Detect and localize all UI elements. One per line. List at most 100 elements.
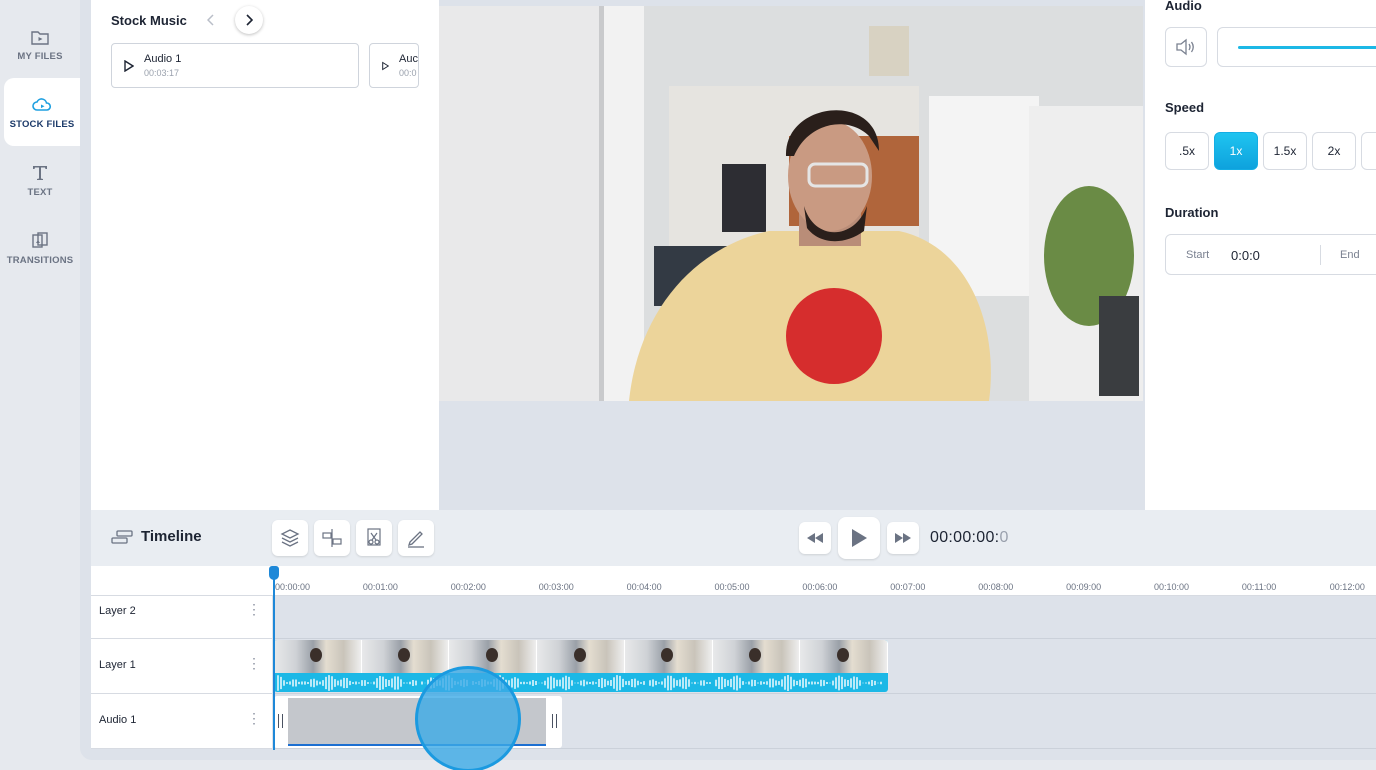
ruler-tick-label: 00:06:00: [802, 582, 838, 592]
play-icon[interactable]: [382, 60, 390, 72]
ruler-tick-label: 00:07:00: [890, 582, 926, 592]
speed-option-button[interactable]: 1.5x: [1263, 132, 1307, 170]
next-page-button[interactable]: [234, 6, 263, 34]
speed-option-button[interactable]: 2x: [1312, 132, 1356, 170]
cloud-play-icon: [32, 97, 52, 111]
sidebar-item-stock-files[interactable]: STOCK FILES: [4, 78, 80, 146]
volume-toggle-button[interactable]: [1165, 27, 1207, 67]
timeline-icon: [111, 529, 133, 544]
track-menu-icon[interactable]: ⋮: [247, 601, 261, 618]
ruler-tick-label: 00:10:00: [1154, 582, 1190, 592]
track-menu-icon[interactable]: ⋮: [247, 710, 261, 727]
audio-section-title: Audio: [1165, 0, 1202, 13]
video-frame-image: [439, 6, 1143, 401]
ruler-tick-label: 00:04:00: [626, 582, 662, 592]
ruler-tick-label: 00:12:00: [1329, 582, 1365, 592]
audio-name: Audio 1: [144, 53, 182, 65]
sidebar-item-label: TRANSITIONS: [6, 254, 74, 266]
ruler-tick-label: 00:05:00: [714, 582, 750, 592]
split-button[interactable]: [314, 520, 350, 556]
rewind-icon: [807, 533, 823, 543]
track-menu-icon[interactable]: ⋮: [247, 655, 261, 672]
end-label: End: [1340, 249, 1360, 261]
speed-option-button[interactable]: 4: [1361, 132, 1376, 170]
track-name: Layer 1: [99, 659, 136, 671]
left-nav-rail: MY FILES STOCK FILES TEXT TRANSITIONS: [0, 0, 80, 770]
text-t-icon: [33, 165, 47, 180]
audio-card-info: Audio 1 00:03:17: [144, 53, 181, 78]
timecode-main: 00:00:00:: [930, 529, 1000, 546]
start-label: Start: [1186, 249, 1210, 261]
duration-section-title: Duration: [1165, 205, 1219, 220]
pencil-icon: [407, 531, 424, 548]
split-clip-icon: [322, 529, 342, 547]
timeline-ruler[interactable]: 00:00:00 00:01:00 00:02:00 00:03:00 00:04:00…: [91, 566, 1376, 596]
ruler-tick-label: 00:03:00: [538, 582, 574, 592]
current-timecode: 00:00:00:0: [930, 529, 1009, 547]
video-thumbnail: [800, 640, 888, 673]
timeline-toolbar: Timeline 00:00:00:0: [91, 510, 1376, 566]
speed-options: .5x1x1.5x2x4: [1165, 132, 1376, 170]
prev-page-button[interactable]: [196, 6, 225, 34]
playhead-handle[interactable]: [269, 566, 279, 580]
sidebar-item-my-files[interactable]: MY FILES: [0, 10, 80, 78]
playhead-line: [273, 566, 275, 750]
speed-section-title: Speed: [1165, 100, 1205, 115]
sidebar-item-transitions[interactable]: TRANSITIONS: [0, 214, 80, 282]
video-thumbnail: [537, 640, 625, 673]
audio-duration: 00:0: [399, 68, 417, 78]
chevron-left-icon: [206, 14, 214, 26]
cut-button[interactable]: [356, 520, 392, 556]
ruler-tick-label: 00:00:00: [275, 582, 311, 592]
audio-name: Auc: [399, 53, 418, 65]
trim-handle-left[interactable]: [278, 714, 283, 728]
stock-audio-card[interactable]: Audio 1 00:03:17: [111, 43, 359, 88]
audio-card-info: Auc 00:0: [399, 53, 418, 78]
stock-music-header: Stock Music: [111, 6, 263, 34]
duration-divider: [1320, 245, 1321, 265]
waveform-bars: [277, 675, 882, 691]
scissors-icon: [367, 528, 381, 546]
folder-play-icon: [31, 30, 49, 45]
edit-button[interactable]: [398, 520, 434, 556]
track-header-audio-1: Audio 1 ⋮: [91, 694, 272, 749]
stock-audio-card[interactable]: Auc 00:0: [369, 43, 419, 88]
video-clip-thumbnails: [274, 640, 888, 673]
speed-option-button[interactable]: 1x: [1214, 132, 1258, 170]
volume-slider-fill: [1238, 46, 1376, 49]
sidebar-item-text[interactable]: TEXT: [0, 146, 80, 214]
play-icon[interactable]: [124, 59, 134, 72]
preview-area: [439, 0, 1145, 510]
timecode-frames: 0: [999, 529, 1009, 546]
properties-panel: Audio Speed .5x1x1.5x2x4 Duration Start …: [1145, 0, 1376, 510]
rewind-button[interactable]: [799, 522, 831, 554]
video-clip[interactable]: [274, 640, 888, 692]
timeline-title: Timeline: [111, 528, 202, 545]
speaker-icon: [1176, 38, 1194, 56]
speed-option-button[interactable]: .5x: [1165, 132, 1209, 170]
sidebar-item-label: TEXT: [27, 186, 53, 198]
ruler-tick-label: 00:02:00: [450, 582, 486, 592]
transitions-icon: [32, 231, 48, 248]
ruler-tick-label: 00:09:00: [1066, 582, 1102, 592]
ruler-tick-label: 00:11:00: [1241, 582, 1277, 592]
track-lane-layer-2[interactable]: [273, 596, 1376, 639]
audio-duration: 00:03:17: [144, 68, 180, 78]
video-preview[interactable]: [439, 6, 1143, 401]
ruler-tick-label: 00:08:00: [978, 582, 1014, 592]
editor-workspace: Stock Music Audio 1 00:03:17 Auc 00:0 Au…: [80, 0, 1376, 760]
track-name: Layer 2: [99, 605, 136, 617]
start-time-input[interactable]: 0:0:0: [1231, 248, 1260, 263]
timeline-title-text: Timeline: [141, 528, 202, 545]
track-header-layer-1: Layer 1 ⋮: [91, 639, 272, 694]
layers-button[interactable]: [272, 520, 308, 556]
track-header-layer-2: Layer 2 ⋮: [91, 596, 272, 639]
fast-forward-button[interactable]: [887, 522, 919, 554]
volume-slider[interactable]: [1217, 27, 1376, 67]
play-button[interactable]: [838, 517, 880, 559]
layers-icon: [280, 529, 300, 547]
track-name: Audio 1: [99, 714, 137, 726]
video-thumbnail: [712, 640, 801, 673]
sidebar-item-label: STOCK FILES: [9, 118, 75, 130]
trim-handle-right[interactable]: [552, 714, 557, 728]
